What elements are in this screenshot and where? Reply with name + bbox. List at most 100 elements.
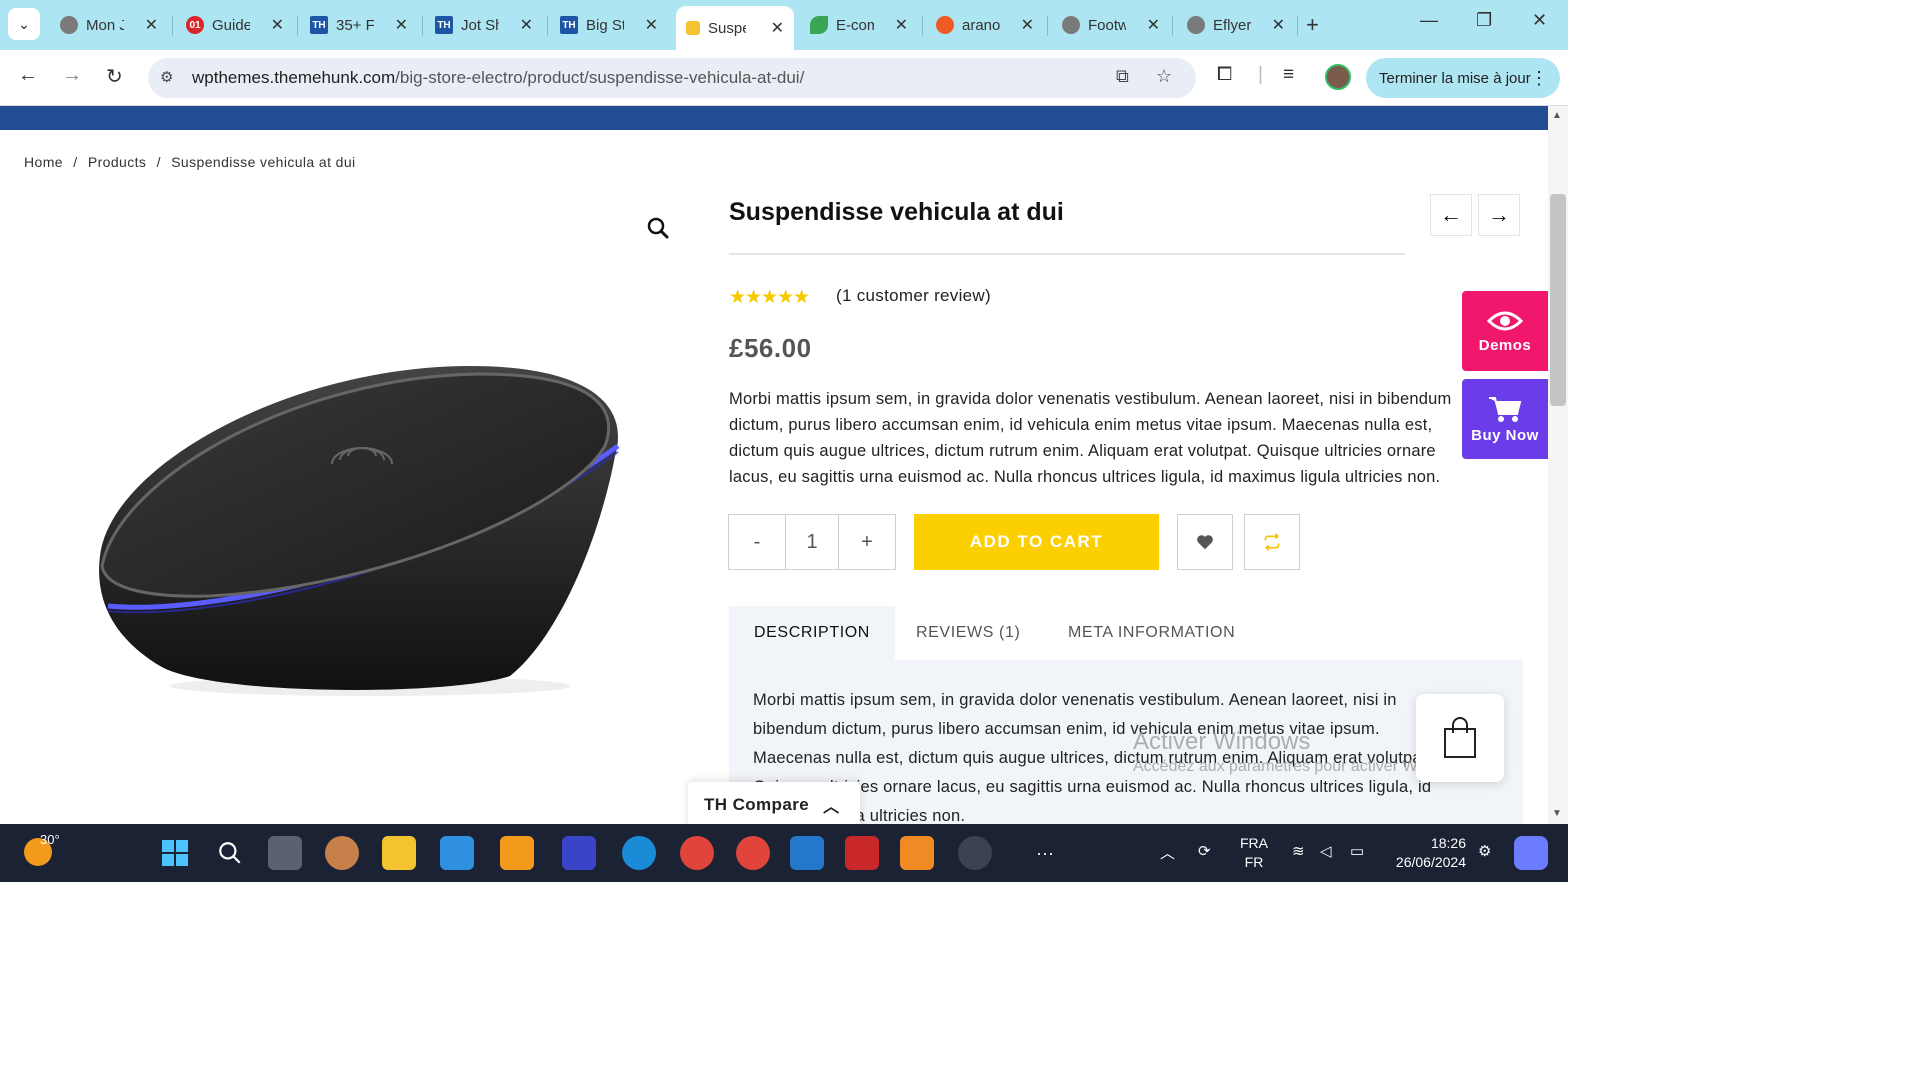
quantity-input[interactable]: 1: [785, 515, 839, 569]
scroll-down-arrow-icon[interactable]: ▼: [1552, 808, 1562, 819]
site-info-icon[interactable]: ⚙: [160, 68, 173, 86]
wishlist-button[interactable]: [1177, 514, 1233, 570]
pdf-app-icon[interactable]: [900, 836, 934, 870]
more-apps-icon[interactable]: ···: [1028, 836, 1062, 870]
tab-eflyer[interactable]: Eflyer ✕: [1177, 6, 1295, 44]
sublime-text-icon[interactable]: [500, 836, 534, 870]
mail-app-icon[interactable]: [440, 836, 474, 870]
product-image-wireless-charger[interactable]: [90, 346, 630, 706]
translate-icon[interactable]: ⧉: [1116, 66, 1129, 87]
back-button[interactable]: ←: [18, 64, 38, 87]
url-domain: wpthemes.themehunk.com: [192, 68, 396, 87]
demos-button[interactable]: Demos: [1462, 291, 1548, 371]
show-hidden-icons-chevron-icon[interactable]: ︿: [1160, 842, 1175, 863]
previous-product-button[interactable]: ←: [1430, 194, 1472, 236]
forward-button[interactable]: →: [62, 64, 82, 87]
chevron-up-icon[interactable]: ︿: [823, 793, 839, 817]
file-explorer-icon[interactable]: [382, 836, 416, 870]
address-bar[interactable]: ⚙ wpthemes.themehunk.com/big-store-elect…: [148, 58, 1196, 98]
close-icon[interactable]: ✕: [1021, 15, 1034, 35]
close-icon[interactable]: ✕: [1147, 15, 1160, 35]
close-icon[interactable]: ✕: [145, 15, 158, 35]
add-to-cart-button[interactable]: ADD TO CART: [914, 514, 1159, 570]
copilot-icon[interactable]: [1514, 836, 1548, 870]
close-icon[interactable]: ✕: [645, 15, 658, 35]
filezilla-icon[interactable]: [845, 836, 879, 870]
close-icon[interactable]: ✕: [395, 15, 408, 35]
tab-suspendisse-active[interactable]: Suspendisse ✕: [676, 6, 794, 50]
compare-button[interactable]: [1244, 514, 1300, 570]
th-compare-bar[interactable]: TH Compare ︿: [688, 782, 860, 824]
wifi-icon[interactable]: ≋: [1292, 842, 1305, 860]
search-button[interactable]: [213, 836, 247, 870]
restore-button[interactable]: ❐: [1476, 10, 1492, 31]
tab-jot-shop[interactable]: TH Jot Shop ✕: [425, 6, 543, 44]
edge-browser-icon[interactable]: [622, 836, 656, 870]
minimize-button[interactable]: —: [1420, 10, 1438, 31]
quantity-decrease-button[interactable]: -: [729, 515, 785, 569]
notifications-icon[interactable]: ⚙: [1478, 842, 1491, 860]
url-text[interactable]: wpthemes.themehunk.com/big-store-electro…: [192, 68, 804, 88]
close-icon[interactable]: ✕: [520, 15, 533, 35]
update-button[interactable]: Terminer la mise à jour ⋮: [1366, 58, 1560, 98]
close-icon[interactable]: ✕: [271, 15, 284, 35]
next-product-button[interactable]: →: [1478, 194, 1520, 236]
quantity-stepper: - 1 +: [728, 514, 896, 570]
more-menu-icon[interactable]: ⋮: [1530, 68, 1548, 89]
volume-icon[interactable]: ◁: [1320, 842, 1332, 860]
vscode-icon[interactable]: [790, 836, 824, 870]
tab-divider: [1047, 16, 1048, 36]
guide-favicon-icon: 01: [186, 16, 204, 34]
scrollbar-thumb[interactable]: [1550, 194, 1566, 406]
zoom-magnifier-icon[interactable]: [646, 216, 670, 246]
leaf-favicon-icon: [810, 16, 828, 34]
scroll-up-arrow-icon[interactable]: ▲: [1552, 110, 1562, 121]
tab-meta-information[interactable]: META INFORMATION: [1068, 606, 1235, 660]
tab-divider: [297, 16, 298, 36]
tab-footwear[interactable]: Footwear ✕: [1052, 6, 1170, 44]
tab-reviews[interactable]: REVIEWS (1): [916, 606, 1020, 660]
tab-description[interactable]: DESCRIPTION: [729, 606, 895, 660]
tab-big-store[interactable]: TH Big Store ✕: [550, 6, 668, 44]
browser-toolbar: ← → ↻ ⚙ wpthemes.themehunk.com/big-store…: [0, 50, 1568, 106]
clock-time: 18:26: [1430, 835, 1466, 851]
sync-icon[interactable]: ⟳: [1198, 842, 1211, 860]
chrome-active-icon[interactable]: [958, 836, 992, 870]
profile-avatar[interactable]: [1325, 64, 1351, 90]
bookmark-star-icon[interactable]: ☆: [1156, 66, 1172, 87]
rating-stars: ★★★★★: [729, 287, 810, 308]
tab-e-commerce[interactable]: E-commerce ✕: [800, 6, 918, 44]
tab-mon-jotform[interactable]: Mon Jotform ✕: [50, 6, 168, 44]
tab-aranoz[interactable]: aranoz ✕: [926, 6, 1044, 44]
tab-35-free[interactable]: TH 35+ Free ✕: [300, 6, 418, 44]
tab-guide[interactable]: 01 Guide ✕: [176, 6, 294, 44]
chrome-profile-icon[interactable]: [736, 836, 770, 870]
extensions-icon[interactable]: ⧠: [1217, 64, 1232, 86]
tab-search-menu-button[interactable]: ⌄: [8, 8, 40, 40]
quantity-increase-button[interactable]: +: [839, 515, 895, 569]
close-icon[interactable]: ✕: [771, 18, 784, 38]
page-scrollbar[interactable]: ▲ ▼: [1548, 106, 1568, 824]
chrome-browser-icon[interactable]: [680, 836, 714, 870]
floating-cart-button[interactable]: [1416, 694, 1504, 782]
reload-button[interactable]: ↻: [106, 64, 123, 89]
close-icon[interactable]: ✕: [1272, 15, 1285, 35]
app-grid-icon[interactable]: [562, 836, 596, 870]
task-view-icon[interactable]: [268, 836, 302, 870]
customer-review-link[interactable]: (1 customer review): [836, 286, 991, 306]
system-clock[interactable]: 18:26 26/06/2024: [1390, 834, 1466, 872]
battery-icon[interactable]: ▭: [1350, 842, 1364, 860]
buy-now-button[interactable]: Buy Now: [1462, 379, 1548, 459]
paint-app-icon[interactable]: [325, 836, 359, 870]
start-button[interactable]: [158, 836, 192, 870]
close-window-button[interactable]: ✕: [1532, 10, 1547, 31]
new-tab-button[interactable]: +: [1306, 12, 1319, 38]
close-icon[interactable]: ✕: [895, 15, 908, 35]
breadcrumb-home[interactable]: Home: [24, 154, 63, 170]
url-path: /big-store-electro/product/suspendisse-v…: [395, 68, 805, 87]
language-indicator[interactable]: FRA FR: [1240, 834, 1268, 872]
breadcrumb-products[interactable]: Products: [88, 154, 146, 170]
media-controls-icon[interactable]: ≡: [1283, 64, 1294, 86]
tab-divider: [922, 16, 923, 36]
tab-title: E-commerce: [836, 16, 874, 34]
